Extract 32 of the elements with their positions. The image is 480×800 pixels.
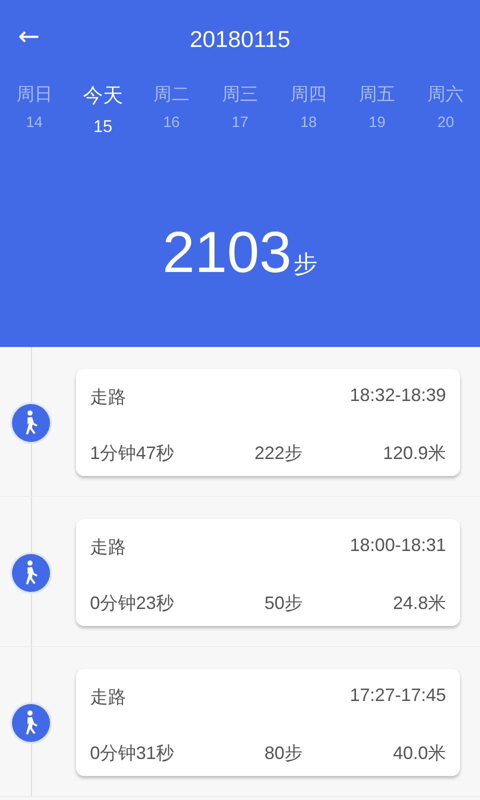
distance: 24.8米 bbox=[392, 592, 446, 615]
step-count: 80步 bbox=[264, 742, 303, 765]
time-range: 17:27-17:45 bbox=[350, 685, 446, 707]
distance: 120.9米 bbox=[382, 442, 446, 465]
step-count: 2103 bbox=[162, 219, 292, 286]
walking-icon bbox=[9, 401, 53, 445]
date-title: 20180115 bbox=[190, 26, 290, 52]
activity-type: 走路 bbox=[90, 686, 126, 709]
day-tab[interactable]: 周三 17 bbox=[206, 78, 274, 141]
day-tab[interactable]: 今天 15 bbox=[68, 78, 138, 141]
step-count: 50步 bbox=[264, 592, 303, 615]
day-tab[interactable]: 周四 18 bbox=[274, 78, 343, 141]
activity-card[interactable]: 走路 17:27-17:45 0分钟31秒 80步 40.0米 bbox=[76, 669, 460, 776]
duration: 1分钟47秒 bbox=[90, 442, 174, 465]
time-range: 18:32-18:39 bbox=[350, 385, 446, 407]
step-unit: 步 bbox=[294, 250, 318, 280]
day-tab[interactable]: 周五 19 bbox=[342, 78, 412, 141]
day-tab[interactable]: 周六 20 bbox=[411, 78, 480, 141]
activity-type: 走路 bbox=[90, 536, 126, 559]
activity-type: 走路 bbox=[90, 386, 126, 409]
activity-card[interactable]: 走路 18:32-18:39 1分钟47秒 222步 120.9米 bbox=[76, 369, 460, 476]
duration: 0分钟31秒 bbox=[90, 742, 174, 765]
walking-icon bbox=[9, 551, 53, 595]
activity-card[interactable]: 走路 18:00-18:31 0分钟23秒 50步 24.8米 bbox=[76, 519, 460, 626]
day-tab[interactable]: 周二 16 bbox=[137, 78, 206, 141]
time-range: 18:00-18:31 bbox=[350, 535, 446, 557]
distance: 40.0米 bbox=[392, 742, 446, 765]
step-count: 222步 bbox=[254, 442, 303, 465]
day-tab[interactable]: 周日 14 bbox=[0, 78, 69, 141]
back-button[interactable]: ← bbox=[14, 22, 44, 52]
walking-icon bbox=[9, 701, 53, 745]
duration: 0分钟23秒 bbox=[90, 592, 174, 615]
